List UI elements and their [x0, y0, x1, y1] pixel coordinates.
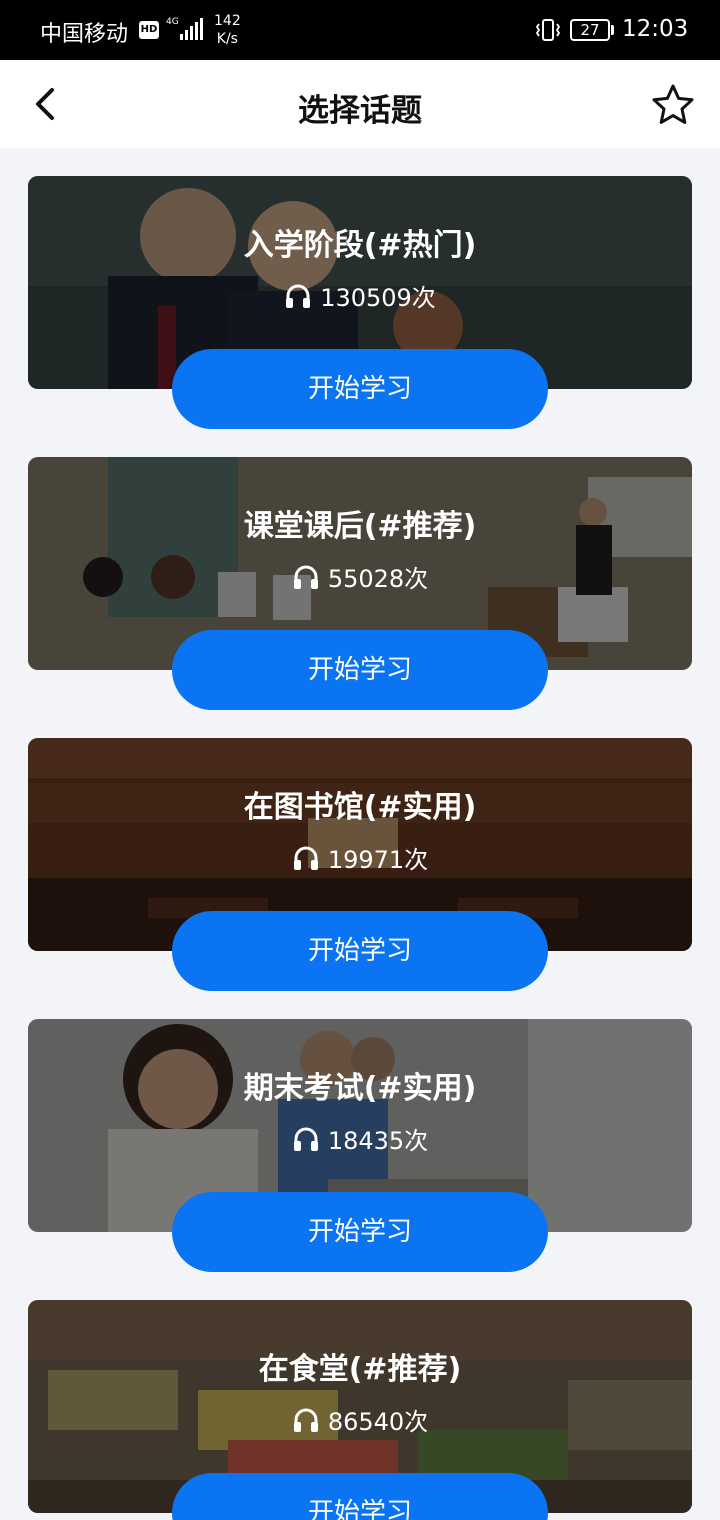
listen-count-value: 18435次 — [327, 1127, 429, 1155]
headphones-icon — [293, 1127, 318, 1151]
status-bar: 中国移动 HD 4G 142 K/s 27 12:03 — [0, 0, 720, 60]
listen-count: 18435次 — [28, 1121, 692, 1156]
carrier-name: 中国移动 — [40, 22, 129, 47]
star-outline-icon[interactable] — [650, 82, 696, 128]
battery-icon: 27 — [570, 19, 610, 41]
app-header: 选择话题 — [0, 60, 720, 148]
signal-icon — [180, 18, 203, 40]
headphones-icon — [293, 846, 318, 870]
listen-count-value: 55028次 — [327, 565, 429, 593]
start-study-button[interactable]: 开始学习 — [172, 911, 548, 991]
headphones-icon — [293, 565, 318, 589]
listen-count: 86540次 — [28, 1402, 692, 1437]
listen-count-value: 130509次 — [320, 284, 436, 312]
speed-value: 142 — [214, 13, 241, 29]
battery-tip — [611, 25, 614, 35]
topic-title: 入学阶段(#热门) — [243, 228, 477, 263]
listen-count-value: 19971次 — [327, 846, 429, 874]
network-type: 4G — [166, 17, 179, 27]
vibrate-icon — [535, 19, 561, 41]
topic-title: 课堂课后(#推荐) — [243, 509, 477, 544]
clock: 12:03 — [622, 16, 689, 42]
start-study-button[interactable]: 开始学习 — [172, 1192, 548, 1272]
start-study-button[interactable]: 开始学习 — [172, 630, 548, 710]
speed-unit: K/s — [216, 31, 238, 47]
listen-count: 130509次 — [28, 278, 692, 313]
listen-count: 19971次 — [28, 840, 692, 875]
listen-count-value: 86540次 — [327, 1408, 429, 1436]
topic-title: 期末考试(#实用) — [243, 1071, 477, 1106]
topic-title: 在食堂(#推荐) — [258, 1352, 462, 1387]
listen-count: 55028次 — [28, 559, 692, 594]
headphones-icon — [286, 284, 311, 308]
headphones-icon — [293, 1408, 318, 1432]
network-speed: 142 K/s — [214, 12, 241, 48]
topic-title: 在图书馆(#实用) — [243, 790, 477, 825]
hd-badge: HD — [139, 21, 159, 39]
start-study-button[interactable]: 开始学习 — [172, 349, 548, 429]
page-title: 选择话题 — [298, 93, 422, 129]
start-study-button[interactable]: 开始学习 — [172, 1473, 548, 1520]
